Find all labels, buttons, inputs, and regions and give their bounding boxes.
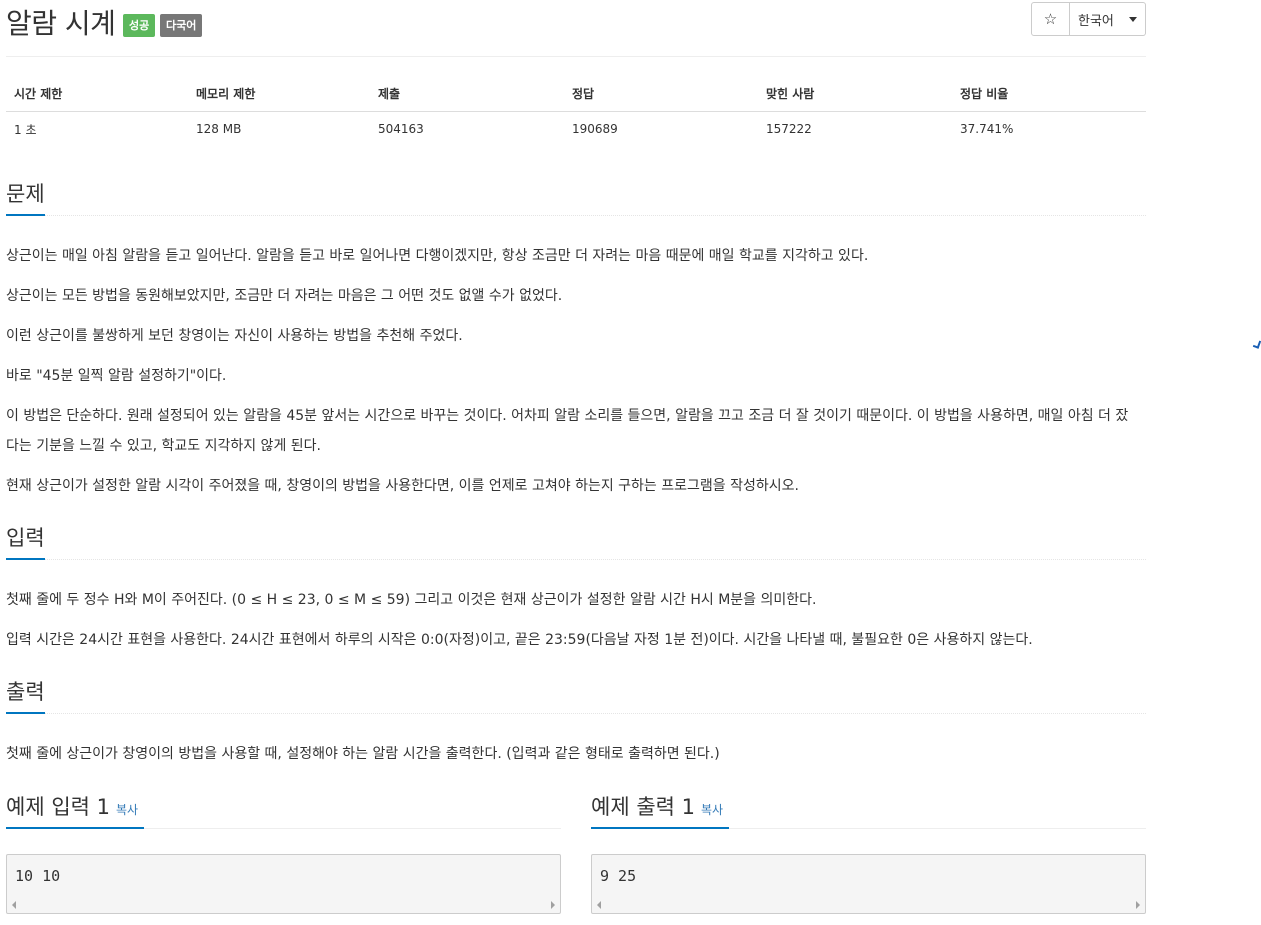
sample-output-heading-row: 예제 출력 1 복사: [591, 790, 1146, 829]
horizontal-scrollbar[interactable]: [8, 898, 559, 912]
input-heading: 입력: [6, 524, 45, 560]
problem-section-heading: 문제: [6, 180, 1146, 216]
info-value-row: 1 초 128 MB 504163 190689 157222 37.741%: [6, 111, 1146, 147]
copy-sample-input-button[interactable]: 복사: [116, 803, 138, 817]
info-header-row: 시간 제한 메모리 제한 제출 정답 맞힌 사람 정답 비율: [6, 77, 1146, 112]
problem-page: 알람 시계 성공 다국어 ☆ 한국어 시간 제한 메모리 제한 제출 정답 맞힌…: [6, 0, 1146, 914]
info-accepted: 190689: [572, 122, 618, 137]
info-header-submissions: 제출: [370, 77, 564, 112]
scroll-right-icon[interactable]: [1136, 901, 1140, 909]
output-heading: 출력: [6, 678, 45, 714]
info-header-memory-limit: 메모리 제한: [188, 77, 370, 112]
input-paragraph: 첫째 줄에 두 정수 H와 M이 주어진다. (0 ≤ H ≤ 23, 0 ≤ …: [6, 592, 817, 608]
output-section-heading: 출력: [6, 678, 1146, 714]
info-memory-limit: 128 MB: [196, 122, 242, 137]
problem-paragraph: 바로 "45분 일찍 알람 설정하기"이다.: [6, 368, 227, 384]
info-time-limit: 1 초: [14, 122, 37, 137]
language-dropdown-label: 한국어: [1078, 13, 1114, 29]
problem-paragraph: 상근이는 모든 방법을 동원해보았지만, 조금만 더 자려는 마음은 그 어떤 …: [6, 288, 563, 304]
sample-output-heading: 예제 출력 1 복사: [591, 790, 730, 829]
info-header-accept-ratio: 정답 비율: [952, 77, 1146, 112]
language-dropdown[interactable]: 한국어: [1070, 2, 1146, 36]
info-header-time-limit: 시간 제한: [6, 77, 188, 112]
problem-paragraph: 이 방법은 단순하다. 원래 설정되어 있는 알람을 45분 앞서는 시간으로 …: [6, 408, 1129, 454]
sample-input-heading-row: 예제 입력 1 복사: [6, 790, 561, 829]
sample-output-title: 예제 출력 1: [591, 795, 695, 819]
sample-output-value: 9 25: [600, 867, 637, 885]
problem-info-table: 시간 제한 메모리 제한 제출 정답 맞힌 사람 정답 비율 1 초 128 M…: [6, 77, 1146, 147]
horizontal-scrollbar[interactable]: [593, 898, 1144, 912]
scroll-right-icon[interactable]: [551, 901, 555, 909]
info-solved-users: 157222: [766, 122, 812, 137]
sample-input-value: 10 10: [15, 867, 61, 885]
sample-input-heading: 예제 입력 1 복사: [6, 790, 145, 829]
input-paragraph: 입력 시간은 24시간 표현을 사용한다. 24시간 표현에서 하루의 시작은 …: [6, 632, 1033, 648]
info-header-solved-users: 맞힌 사람: [758, 77, 952, 112]
sample-output-panel: 예제 출력 1 복사 9 25: [591, 790, 1146, 914]
problem-paragraph: 상근이는 매일 아침 알람을 듣고 일어난다. 알람을 듣고 바로 일어나면 다…: [6, 248, 869, 264]
page-title: 알람 시계: [6, 7, 116, 40]
input-section-heading: 입력: [6, 524, 1146, 560]
star-icon: ☆: [1043, 10, 1058, 28]
cursor-mark-icon: [1252, 339, 1261, 349]
copy-sample-output-button[interactable]: 복사: [701, 803, 723, 817]
info-accept-ratio: 37.741%: [960, 122, 1014, 137]
status-badge: 성공: [123, 14, 156, 37]
info-submissions: 504163: [378, 122, 424, 137]
sample-input-panel: 예제 입력 1 복사 10 10: [6, 790, 561, 914]
output-paragraph: 첫째 줄에 상근이가 창영이의 방법을 사용할 때, 설정해야 하는 알람 시간…: [6, 746, 720, 762]
info-header-accepted: 정답: [564, 77, 758, 112]
title-actions: ☆ 한국어: [1031, 2, 1146, 36]
scroll-left-icon[interactable]: [597, 901, 601, 909]
scroll-left-icon[interactable]: [12, 901, 16, 909]
problem-heading: 문제: [6, 180, 45, 216]
sample-input-title: 예제 입력 1: [6, 795, 110, 819]
multilang-badge: 다국어: [160, 14, 203, 37]
favorite-star-button[interactable]: ☆: [1031, 2, 1070, 36]
problem-paragraph: 이런 상근이를 불쌍하게 보던 창영이는 자신이 사용하는 방법을 추천해 주었…: [6, 328, 463, 344]
title-row: 알람 시계 성공 다국어 ☆ 한국어: [6, 0, 1146, 57]
caret-down-icon: [1129, 16, 1137, 22]
sample-output-box[interactable]: 9 25: [591, 854, 1146, 914]
sample-input-box[interactable]: 10 10: [6, 854, 561, 914]
problem-paragraph: 현재 상근이가 설정한 알람 시각이 주어졌을 때, 창영이의 방법을 사용한다…: [6, 478, 799, 494]
